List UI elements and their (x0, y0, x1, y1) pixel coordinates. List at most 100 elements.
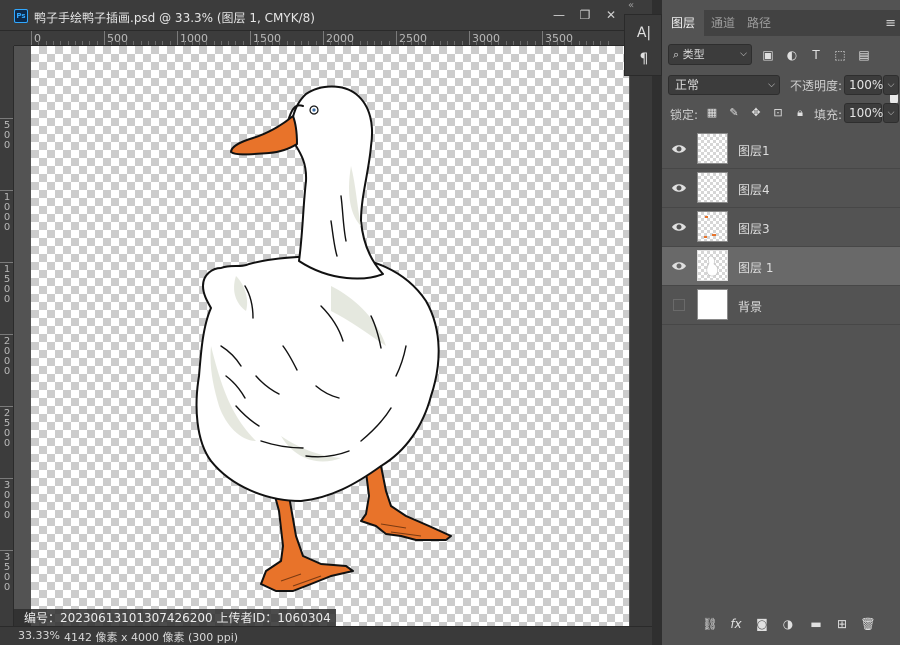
ruler-minor-tick (301, 41, 303, 45)
filter-pixel-icon[interactable]: ▣ (760, 47, 776, 63)
zoom-level[interactable]: 33.33% (18, 629, 60, 642)
layer-thumbnail (697, 211, 728, 242)
ruler-minor-tick (549, 41, 551, 45)
filter-adjustment-icon[interactable]: ◐ (784, 47, 800, 63)
ruler-label: 3500 (3, 552, 11, 593)
visibility-eye-icon[interactable] (671, 181, 687, 195)
lock-label: 锁定: (670, 108, 699, 122)
close-button[interactable]: ✕ (600, 6, 622, 24)
character-panel-icon[interactable]: A| (634, 23, 654, 43)
ruler-minor-tick (67, 41, 69, 45)
ruler-label: 3000 (3, 480, 11, 521)
panel-menu-icon[interactable]: ≡ (885, 16, 896, 31)
adjustment-layer-icon[interactable]: ◑ (780, 616, 796, 632)
ruler-tick (469, 31, 470, 45)
ruler-label: 500 (107, 32, 128, 45)
layers-panel-footer: ⛓︎ fx ◙ ◑ ▬ ⊞ 🗑︎ (662, 612, 900, 636)
layers-panel: 图层 通道 路径 ≡ ⌕ 类型 ⌵ ▣ ◐ T ⬚ ▤ 正常 ⌵ 不透明度: 1… (662, 0, 900, 645)
ruler-tick (0, 406, 13, 407)
layer-name[interactable]: 图层1 (738, 142, 770, 159)
search-icon: ⌕ (673, 48, 683, 61)
link-layers-icon[interactable]: ⛓︎ (702, 616, 718, 632)
ruler-minor-tick (206, 41, 208, 45)
lock-artboard-icon[interactable]: ⊡ (771, 106, 785, 120)
ruler-minor-tick (279, 41, 281, 45)
ruler-minor-tick (578, 41, 580, 45)
blend-mode-select[interactable]: 正常 ⌵ (668, 75, 780, 95)
horizontal-ruler[interactable]: 0 500 1000 1500 2000 2500 3000 3500 (14, 31, 632, 46)
layer-row[interactable]: 图层1 (662, 130, 900, 169)
paragraph-panel-icon[interactable]: ¶ (634, 49, 654, 69)
ruler-origin[interactable] (0, 31, 14, 46)
fill-input[interactable]: 100% (844, 103, 883, 123)
filter-shape-icon[interactable]: ⬚ (832, 47, 848, 63)
tab-paths[interactable]: 路径 (738, 10, 780, 36)
panel-divider[interactable] (652, 0, 662, 645)
chevron-down-icon: ⌵ (740, 49, 747, 59)
lock-all-icon[interactable]: 🔒︎ (793, 106, 807, 120)
layer-name[interactable]: 图层 1 (738, 259, 773, 276)
layer-row[interactable]: 图层3 (662, 208, 900, 247)
visibility-eye-icon[interactable] (671, 142, 687, 156)
delete-layer-icon[interactable]: 🗑︎ (860, 616, 876, 632)
layer-row[interactable]: 图层 1 (662, 247, 900, 286)
photoshop-doc-icon: Ps (14, 9, 28, 23)
ruler-tick (250, 31, 251, 45)
ruler-tick (0, 550, 13, 551)
ruler-minor-tick (600, 41, 602, 45)
ruler-minor-tick (184, 41, 186, 45)
visibility-eye-icon[interactable] (671, 259, 687, 273)
document-tab[interactable]: Ps 鸭子手绘鸭子插画.psd @ 33.3% (图层 1, CMYK/8) —… (0, 0, 652, 31)
lock-transparent-icon[interactable]: ▦ (705, 106, 719, 120)
opacity-input[interactable]: 100% (844, 75, 883, 95)
minimize-button[interactable]: — (548, 6, 570, 24)
new-group-icon[interactable]: ▬ (808, 616, 824, 632)
filter-smart-object-icon[interactable]: ▤ (856, 47, 872, 63)
vertical-scrollbar[interactable] (630, 46, 652, 626)
ruler-minor-tick (447, 41, 449, 45)
ruler-minor-tick (96, 41, 98, 45)
opacity-dropdown[interactable]: ⌵ (883, 75, 899, 95)
ruler-minor-tick (60, 41, 62, 45)
vertical-ruler[interactable]: 500 1000 1500 2000 2500 3000 3500 (0, 46, 14, 626)
lock-row: 锁定: ▦ ✎ ✥ ⊡ 🔒︎ 填充: 100% ⌵ (662, 101, 900, 125)
layer-row[interactable]: 背景 (662, 286, 900, 325)
lock-position-icon[interactable]: ✥ (749, 106, 763, 120)
ruler-minor-tick (593, 41, 595, 45)
layer-list: 图层1 图层4 图层3 图层 1 背景 (662, 130, 900, 325)
layer-style-icon[interactable]: fx (728, 616, 744, 632)
visibility-eye-icon[interactable] (671, 220, 687, 234)
ruler-tick (104, 31, 105, 45)
ruler-minor-tick (271, 41, 273, 45)
lock-image-icon[interactable]: ✎ (727, 106, 741, 120)
new-layer-icon[interactable]: ⊞ (834, 616, 850, 632)
document-info[interactable]: 4142 像素 x 4000 像素 (300 ppi) (64, 629, 238, 645)
ruler-minor-tick (191, 41, 193, 45)
layer-row[interactable]: 图层4 (662, 169, 900, 208)
filter-type-icon[interactable]: T (808, 47, 824, 63)
layer-name[interactable]: 背景 (738, 298, 762, 315)
add-mask-icon[interactable]: ◙ (754, 616, 770, 632)
canvas[interactable] (31, 46, 629, 626)
layer-name[interactable]: 图层3 (738, 220, 770, 237)
panel-tabs: 图层 通道 路径 ≡ (662, 10, 900, 36)
collapse-chevron-icon[interactable]: « (628, 0, 634, 11)
ruler-minor-tick (454, 41, 456, 45)
tab-layers[interactable]: 图层 (662, 10, 705, 36)
layer-name[interactable]: 图层4 (738, 181, 770, 198)
ruler-label: 1000 (3, 192, 11, 233)
ruler-minor-tick (483, 41, 485, 45)
restore-button[interactable]: ❐ (574, 6, 596, 24)
ruler-minor-tick (512, 41, 514, 45)
ruler-minor-tick (133, 41, 135, 45)
ruler-minor-tick (490, 41, 492, 45)
fill-dropdown[interactable]: ⌵ (883, 103, 899, 123)
ruler-minor-tick (498, 41, 500, 45)
layer-thumbnail-art (704, 216, 716, 238)
ruler-minor-tick (476, 41, 478, 45)
visibility-toggle-off[interactable] (673, 299, 685, 311)
ruler-minor-tick (432, 41, 434, 45)
layer-filter-select[interactable]: ⌕ 类型 ⌵ (668, 44, 752, 65)
ruler-minor-tick (118, 41, 120, 45)
layer-thumbnail (697, 172, 728, 203)
